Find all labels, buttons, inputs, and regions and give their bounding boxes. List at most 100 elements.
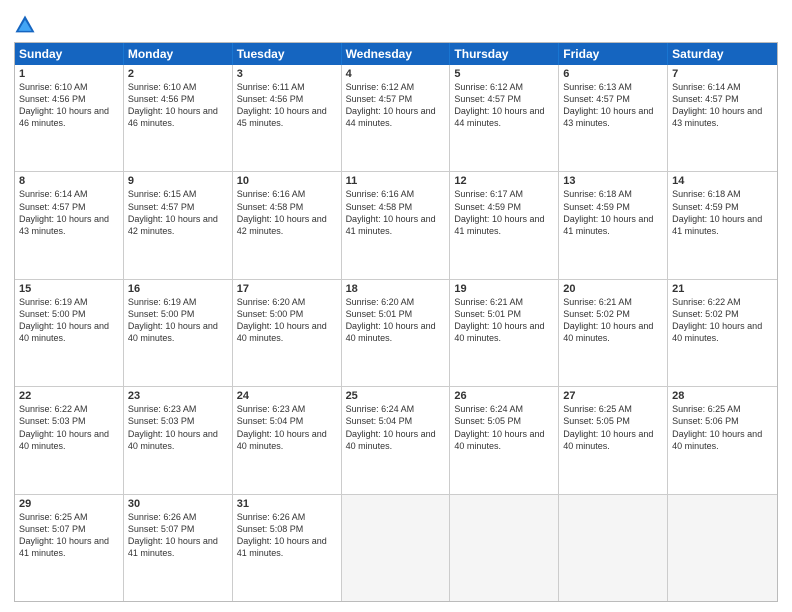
- cal-cell-1-2: 10Sunrise: 6:16 AM Sunset: 4:58 PM Dayli…: [233, 172, 342, 278]
- cal-cell-2-3: 18Sunrise: 6:20 AM Sunset: 5:01 PM Dayli…: [342, 280, 451, 386]
- cal-cell-3-6: 28Sunrise: 6:25 AM Sunset: 5:06 PM Dayli…: [668, 387, 777, 493]
- day-number: 8: [19, 175, 119, 187]
- day-number: 23: [128, 390, 228, 402]
- cell-text: Sunrise: 6:23 AM Sunset: 5:04 PM Dayligh…: [237, 403, 337, 452]
- cal-cell-2-0: 15Sunrise: 6:19 AM Sunset: 5:00 PM Dayli…: [15, 280, 124, 386]
- day-number: 27: [563, 390, 663, 402]
- cell-text: Sunrise: 6:26 AM Sunset: 5:07 PM Dayligh…: [128, 511, 228, 560]
- cell-text: Sunrise: 6:25 AM Sunset: 5:05 PM Dayligh…: [563, 403, 663, 452]
- cal-cell-2-4: 19Sunrise: 6:21 AM Sunset: 5:01 PM Dayli…: [450, 280, 559, 386]
- calendar-week-2: 15Sunrise: 6:19 AM Sunset: 5:00 PM Dayli…: [15, 280, 777, 387]
- day-number: 19: [454, 283, 554, 295]
- day-number: 22: [19, 390, 119, 402]
- day-number: 21: [672, 283, 773, 295]
- cell-text: Sunrise: 6:18 AM Sunset: 4:59 PM Dayligh…: [563, 188, 663, 237]
- cell-text: Sunrise: 6:14 AM Sunset: 4:57 PM Dayligh…: [19, 188, 119, 237]
- cell-text: Sunrise: 6:23 AM Sunset: 5:03 PM Dayligh…: [128, 403, 228, 452]
- day-number: 31: [237, 498, 337, 510]
- day-number: 30: [128, 498, 228, 510]
- header-day-monday: Monday: [124, 43, 233, 65]
- cell-text: Sunrise: 6:13 AM Sunset: 4:57 PM Dayligh…: [563, 81, 663, 130]
- header-day-thursday: Thursday: [450, 43, 559, 65]
- cell-text: Sunrise: 6:14 AM Sunset: 4:57 PM Dayligh…: [672, 81, 773, 130]
- header: [14, 10, 778, 36]
- cell-text: Sunrise: 6:22 AM Sunset: 5:02 PM Dayligh…: [672, 296, 773, 345]
- day-number: 17: [237, 283, 337, 295]
- day-number: 11: [346, 175, 446, 187]
- day-number: 24: [237, 390, 337, 402]
- cal-cell-1-0: 8Sunrise: 6:14 AM Sunset: 4:57 PM Daylig…: [15, 172, 124, 278]
- cal-cell-1-5: 13Sunrise: 6:18 AM Sunset: 4:59 PM Dayli…: [559, 172, 668, 278]
- cal-cell-0-5: 6Sunrise: 6:13 AM Sunset: 4:57 PM Daylig…: [559, 65, 668, 171]
- calendar-week-4: 29Sunrise: 6:25 AM Sunset: 5:07 PM Dayli…: [15, 495, 777, 601]
- cell-text: Sunrise: 6:20 AM Sunset: 5:00 PM Dayligh…: [237, 296, 337, 345]
- cell-text: Sunrise: 6:10 AM Sunset: 4:56 PM Dayligh…: [19, 81, 119, 130]
- cal-cell-1-1: 9Sunrise: 6:15 AM Sunset: 4:57 PM Daylig…: [124, 172, 233, 278]
- day-number: 20: [563, 283, 663, 295]
- cell-text: Sunrise: 6:16 AM Sunset: 4:58 PM Dayligh…: [237, 188, 337, 237]
- cell-text: Sunrise: 6:16 AM Sunset: 4:58 PM Dayligh…: [346, 188, 446, 237]
- cal-cell-4-0: 29Sunrise: 6:25 AM Sunset: 5:07 PM Dayli…: [15, 495, 124, 601]
- header-day-sunday: Sunday: [15, 43, 124, 65]
- day-number: 1: [19, 68, 119, 80]
- cell-text: Sunrise: 6:19 AM Sunset: 5:00 PM Dayligh…: [128, 296, 228, 345]
- cal-cell-3-0: 22Sunrise: 6:22 AM Sunset: 5:03 PM Dayli…: [15, 387, 124, 493]
- cal-cell-1-3: 11Sunrise: 6:16 AM Sunset: 4:58 PM Dayli…: [342, 172, 451, 278]
- cell-text: Sunrise: 6:17 AM Sunset: 4:59 PM Dayligh…: [454, 188, 554, 237]
- day-number: 29: [19, 498, 119, 510]
- cell-text: Sunrise: 6:12 AM Sunset: 4:57 PM Dayligh…: [346, 81, 446, 130]
- cal-cell-0-2: 3Sunrise: 6:11 AM Sunset: 4:56 PM Daylig…: [233, 65, 342, 171]
- cal-cell-3-5: 27Sunrise: 6:25 AM Sunset: 5:05 PM Dayli…: [559, 387, 668, 493]
- cal-cell-4-5: [559, 495, 668, 601]
- calendar-header: SundayMondayTuesdayWednesdayThursdayFrid…: [15, 43, 777, 65]
- day-number: 28: [672, 390, 773, 402]
- page: SundayMondayTuesdayWednesdayThursdayFrid…: [0, 0, 792, 612]
- calendar-week-3: 22Sunrise: 6:22 AM Sunset: 5:03 PM Dayli…: [15, 387, 777, 494]
- day-number: 10: [237, 175, 337, 187]
- day-number: 3: [237, 68, 337, 80]
- cell-text: Sunrise: 6:21 AM Sunset: 5:02 PM Dayligh…: [563, 296, 663, 345]
- day-number: 18: [346, 283, 446, 295]
- cell-text: Sunrise: 6:26 AM Sunset: 5:08 PM Dayligh…: [237, 511, 337, 560]
- cell-text: Sunrise: 6:21 AM Sunset: 5:01 PM Dayligh…: [454, 296, 554, 345]
- cell-text: Sunrise: 6:12 AM Sunset: 4:57 PM Dayligh…: [454, 81, 554, 130]
- cal-cell-2-1: 16Sunrise: 6:19 AM Sunset: 5:00 PM Dayli…: [124, 280, 233, 386]
- day-number: 13: [563, 175, 663, 187]
- calendar: SundayMondayTuesdayWednesdayThursdayFrid…: [14, 42, 778, 602]
- cal-cell-1-6: 14Sunrise: 6:18 AM Sunset: 4:59 PM Dayli…: [668, 172, 777, 278]
- header-day-wednesday: Wednesday: [342, 43, 451, 65]
- header-day-tuesday: Tuesday: [233, 43, 342, 65]
- cell-text: Sunrise: 6:24 AM Sunset: 5:05 PM Dayligh…: [454, 403, 554, 452]
- cell-text: Sunrise: 6:19 AM Sunset: 5:00 PM Dayligh…: [19, 296, 119, 345]
- day-number: 7: [672, 68, 773, 80]
- cell-text: Sunrise: 6:22 AM Sunset: 5:03 PM Dayligh…: [19, 403, 119, 452]
- cell-text: Sunrise: 6:10 AM Sunset: 4:56 PM Dayligh…: [128, 81, 228, 130]
- day-number: 16: [128, 283, 228, 295]
- cal-cell-4-6: [668, 495, 777, 601]
- calendar-body: 1Sunrise: 6:10 AM Sunset: 4:56 PM Daylig…: [15, 65, 777, 601]
- day-number: 25: [346, 390, 446, 402]
- header-day-friday: Friday: [559, 43, 668, 65]
- header-day-saturday: Saturday: [668, 43, 777, 65]
- cal-cell-3-4: 26Sunrise: 6:24 AM Sunset: 5:05 PM Dayli…: [450, 387, 559, 493]
- cal-cell-3-2: 24Sunrise: 6:23 AM Sunset: 5:04 PM Dayli…: [233, 387, 342, 493]
- cal-cell-4-2: 31Sunrise: 6:26 AM Sunset: 5:08 PM Dayli…: [233, 495, 342, 601]
- cell-text: Sunrise: 6:15 AM Sunset: 4:57 PM Dayligh…: [128, 188, 228, 237]
- cell-text: Sunrise: 6:24 AM Sunset: 5:04 PM Dayligh…: [346, 403, 446, 452]
- cal-cell-0-3: 4Sunrise: 6:12 AM Sunset: 4:57 PM Daylig…: [342, 65, 451, 171]
- calendar-week-0: 1Sunrise: 6:10 AM Sunset: 4:56 PM Daylig…: [15, 65, 777, 172]
- cal-cell-2-6: 21Sunrise: 6:22 AM Sunset: 5:02 PM Dayli…: [668, 280, 777, 386]
- cal-cell-1-4: 12Sunrise: 6:17 AM Sunset: 4:59 PM Dayli…: [450, 172, 559, 278]
- cal-cell-0-0: 1Sunrise: 6:10 AM Sunset: 4:56 PM Daylig…: [15, 65, 124, 171]
- cal-cell-0-6: 7Sunrise: 6:14 AM Sunset: 4:57 PM Daylig…: [668, 65, 777, 171]
- day-number: 14: [672, 175, 773, 187]
- cell-text: Sunrise: 6:25 AM Sunset: 5:06 PM Dayligh…: [672, 403, 773, 452]
- day-number: 26: [454, 390, 554, 402]
- cal-cell-3-3: 25Sunrise: 6:24 AM Sunset: 5:04 PM Dayli…: [342, 387, 451, 493]
- cal-cell-4-4: [450, 495, 559, 601]
- logo: [14, 14, 40, 36]
- day-number: 12: [454, 175, 554, 187]
- day-number: 5: [454, 68, 554, 80]
- calendar-week-1: 8Sunrise: 6:14 AM Sunset: 4:57 PM Daylig…: [15, 172, 777, 279]
- cal-cell-2-5: 20Sunrise: 6:21 AM Sunset: 5:02 PM Dayli…: [559, 280, 668, 386]
